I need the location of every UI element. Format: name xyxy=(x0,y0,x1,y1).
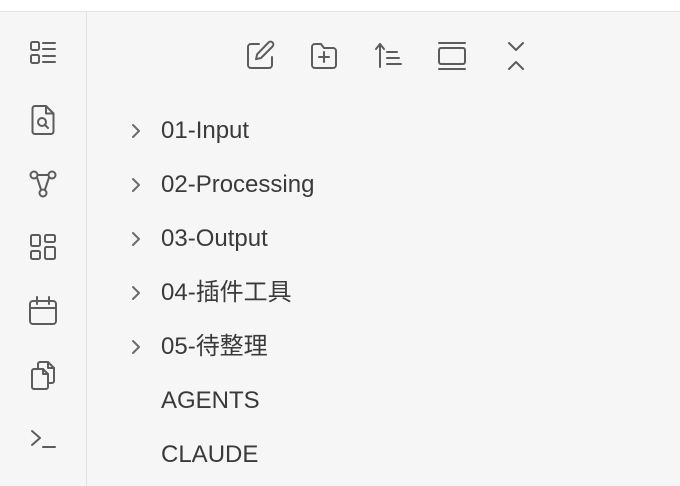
title-bar xyxy=(0,0,680,12)
list-layout-icon[interactable] xyxy=(22,32,64,74)
left-ribbon xyxy=(0,12,87,486)
auto-reveal-icon[interactable] xyxy=(430,34,474,78)
tree-item-label: 05-待整理 xyxy=(161,333,268,360)
calendar-icon[interactable] xyxy=(22,290,64,332)
chevron-right-icon[interactable] xyxy=(125,174,147,196)
tree-item-label: 01-Input xyxy=(161,117,250,144)
terminal-icon[interactable] xyxy=(22,418,64,460)
copy-files-icon[interactable] xyxy=(22,354,64,396)
sort-order-icon[interactable] xyxy=(366,34,410,78)
file-search-icon[interactable] xyxy=(22,99,64,141)
new-note-icon[interactable] xyxy=(238,34,282,78)
new-folder-icon[interactable] xyxy=(302,34,346,78)
chevron-right-icon[interactable] xyxy=(125,282,147,304)
dashboard-grid-icon[interactable] xyxy=(22,226,64,268)
tree-item-label: 04-插件工具 xyxy=(161,279,292,306)
file-explorer-app: 01-Input 02-Processing 03-Output 04-插件工具… xyxy=(0,0,680,486)
tree-item-label: CLAUDE xyxy=(161,441,259,468)
tree-folder-02-processing[interactable]: 02-Processing xyxy=(87,158,680,212)
chevron-right-icon[interactable] xyxy=(125,120,147,142)
tree-folder-05-to-organize[interactable]: 05-待整理 xyxy=(87,320,680,374)
tree-folder-03-output[interactable]: 03-Output xyxy=(87,212,680,266)
file-explorer-panel: 01-Input 02-Processing 03-Output 04-插件工具… xyxy=(87,12,680,486)
graph-icon[interactable] xyxy=(22,163,64,205)
tree-file-agents[interactable]: AGENTS xyxy=(87,374,680,428)
chevron-right-icon[interactable] xyxy=(125,336,147,358)
tree-item-label: AGENTS xyxy=(161,387,260,414)
tree-file-claude[interactable]: CLAUDE xyxy=(87,428,680,482)
chevron-right-icon[interactable] xyxy=(125,228,147,250)
tree-item-label: 03-Output xyxy=(161,225,268,252)
tree-item-label: 02-Processing xyxy=(161,171,315,198)
tree-folder-01-input[interactable]: 01-Input xyxy=(87,104,680,158)
nav-header xyxy=(87,34,680,78)
collapse-all-icon[interactable] xyxy=(494,34,538,78)
tree-folder-04-plugin-tools[interactable]: 04-插件工具 xyxy=(87,266,680,320)
